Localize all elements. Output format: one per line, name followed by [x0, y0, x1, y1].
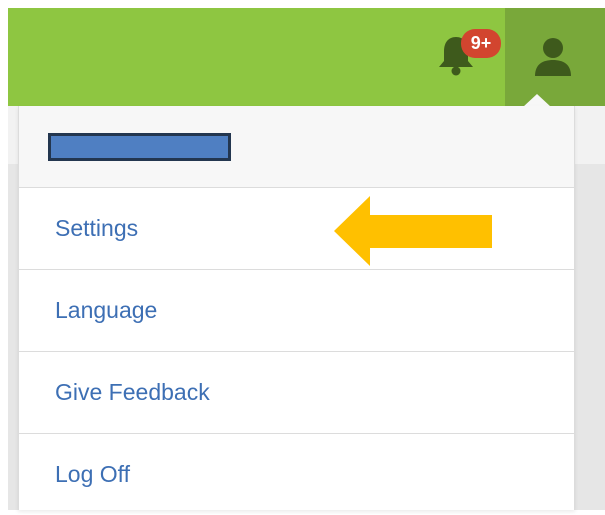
menu-user-header: [19, 106, 574, 188]
menu-item-log-off[interactable]: Log Off: [19, 434, 574, 515]
menu-item-label: Language: [55, 297, 158, 323]
menu-item-label: Log Off: [55, 461, 131, 487]
notification-badge: 9+: [461, 29, 501, 58]
menu-item-label: Settings: [55, 215, 139, 241]
user-icon[interactable]: [533, 36, 573, 78]
menu-item-label: Give Feedback: [55, 379, 210, 405]
menu-item-give-feedback[interactable]: Give Feedback: [19, 352, 574, 434]
user-dropdown-menu: Settings Language Give Feedback Log Off: [18, 106, 575, 510]
top-header-bar: [8, 8, 605, 106]
redacted-username: [48, 133, 231, 161]
arrow-left-icon: [334, 196, 492, 266]
menu-item-language[interactable]: Language: [19, 270, 574, 352]
